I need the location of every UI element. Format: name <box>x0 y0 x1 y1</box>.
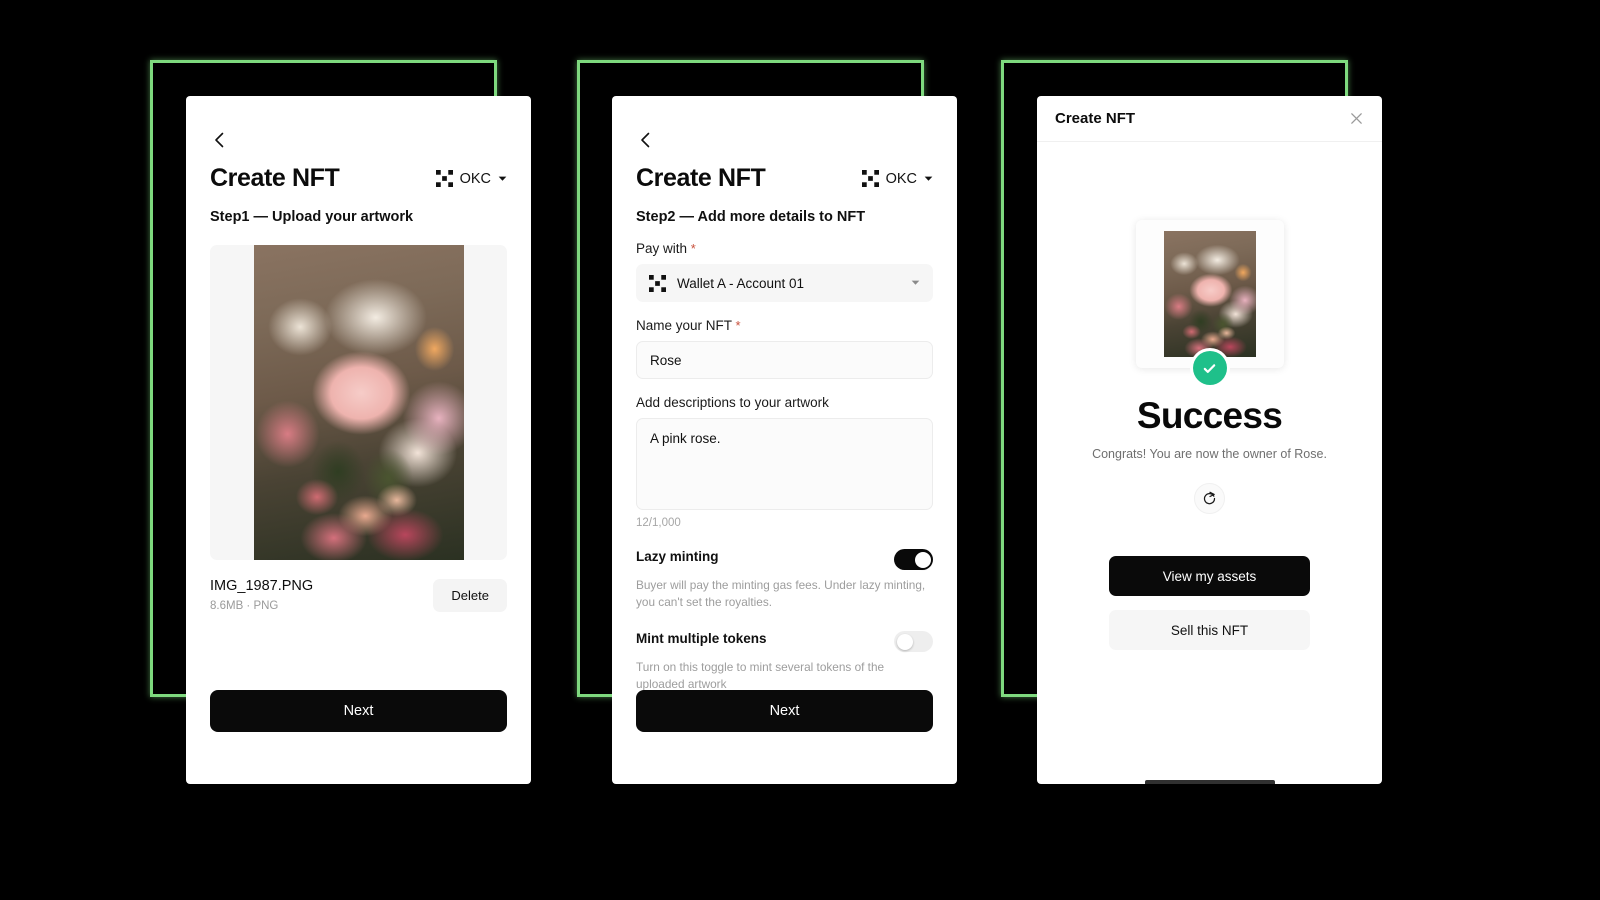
screen-step1: Create NFT OKC Step1 — Upload your artwo… <box>186 96 531 784</box>
modal-header: Create NFT <box>1037 96 1382 142</box>
back-row <box>186 96 531 150</box>
page-title: Create NFT <box>210 164 340 192</box>
chain-label: OKC <box>885 170 917 187</box>
name-label: Name your NFT * <box>636 318 741 333</box>
file-row: IMG_1987.PNG 8.6MB · PNG Delete <box>186 560 531 612</box>
next-button[interactable]: Next <box>636 690 933 732</box>
success-title: Success <box>1136 395 1283 436</box>
character-counter: 12/1,000 <box>636 517 681 529</box>
nft-thumbnail-image <box>1163 231 1256 357</box>
check-circle-icon <box>1192 351 1227 385</box>
mint-multiple-label: Mint multiple tokens <box>636 631 767 647</box>
success-content: Success Congrats! You are now the owner … <box>1037 142 1382 650</box>
chain-label: OKC <box>459 170 491 187</box>
back-button[interactable] <box>210 130 230 150</box>
screen-step2: Create NFT OKC Step2 — Add more details … <box>612 96 957 784</box>
wallet-value: Wallet A - Account 01 <box>677 275 805 291</box>
share-icon <box>1203 491 1216 505</box>
lazy-minting-description: Buyer will pay the minting gas fees. Und… <box>636 578 926 610</box>
pay-with-field: Pay with * Wallet A - Account 01 <box>612 241 957 302</box>
modal-actions: View my assets Sell this NFT <box>1037 556 1382 650</box>
file-meta: 8.6MB · PNG <box>210 600 279 612</box>
step-heading: Step2 — Add more details to NFT <box>636 209 866 225</box>
screen-success: Create NFT Success Congrats! You are now… <box>1037 96 1382 784</box>
page-title: Create NFT <box>636 164 766 192</box>
mint-multiple-description: Turn on this toggle to mint several toke… <box>636 660 885 692</box>
okc-logo-icon <box>435 170 453 187</box>
chevron-down-icon <box>911 280 920 285</box>
chain-selector[interactable]: OKC <box>861 170 933 187</box>
screenshot-stage: Create NFT OKC Step1 — Upload your artwo… <box>0 0 1600 900</box>
share-button[interactable] <box>1194 483 1225 514</box>
back-button[interactable] <box>636 130 656 150</box>
file-name: IMG_1987.PNG <box>210 578 314 594</box>
sell-this-nft-button[interactable]: Sell this NFT <box>1109 610 1310 650</box>
okc-logo-icon <box>861 170 879 187</box>
chevron-down-icon <box>924 176 933 181</box>
required-marker: * <box>690 241 696 256</box>
success-subtitle: Congrats! You are now the owner of Rose. <box>1092 447 1327 461</box>
mint-multiple-toggle[interactable] <box>894 631 933 653</box>
step-heading: Step1 — Upload your artwork <box>210 209 414 225</box>
chevron-down-icon <box>498 176 507 181</box>
nft-thumbnail-frame <box>1135 220 1284 385</box>
next-button[interactable]: Next <box>210 690 507 732</box>
description-field: Add descriptions to your artwork A pink … <box>612 395 957 529</box>
header: Create NFT OKC <box>186 150 531 193</box>
name-field: Name your NFT * Rose <box>612 318 957 379</box>
close-icon <box>1351 113 1362 124</box>
okc-logo-icon <box>649 274 666 292</box>
artwork-preview[interactable] <box>210 245 507 560</box>
chain-selector[interactable]: OKC <box>435 170 507 187</box>
mint-multiple-row: Mint multiple tokens <box>612 631 957 653</box>
lazy-minting-row: Lazy minting <box>612 549 957 570</box>
pay-with-label: Pay with * <box>636 241 696 256</box>
nft-name-input[interactable]: Rose <box>636 341 933 379</box>
wallet-select[interactable]: Wallet A - Account 01 <box>636 264 933 302</box>
nft-description-input[interactable]: A pink rose. <box>636 418 933 510</box>
lazy-minting-label: Lazy minting <box>636 549 719 564</box>
home-indicator <box>1144 780 1275 784</box>
back-row <box>612 96 957 150</box>
chevron-left-icon <box>215 132 224 148</box>
header: Create NFT OKC <box>612 150 957 193</box>
delete-button[interactable]: Delete <box>433 578 507 612</box>
artwork-image <box>253 245 464 560</box>
required-marker: * <box>735 318 741 333</box>
modal-title: Create NFT <box>1055 110 1136 127</box>
lazy-minting-toggle[interactable] <box>894 549 933 570</box>
file-info: IMG_1987.PNG 8.6MB · PNG <box>210 578 313 612</box>
close-button[interactable] <box>1349 111 1364 126</box>
view-my-assets-button[interactable]: View my assets <box>1109 556 1310 596</box>
chevron-left-icon <box>641 132 650 148</box>
description-label: Add descriptions to your artwork <box>636 395 829 410</box>
